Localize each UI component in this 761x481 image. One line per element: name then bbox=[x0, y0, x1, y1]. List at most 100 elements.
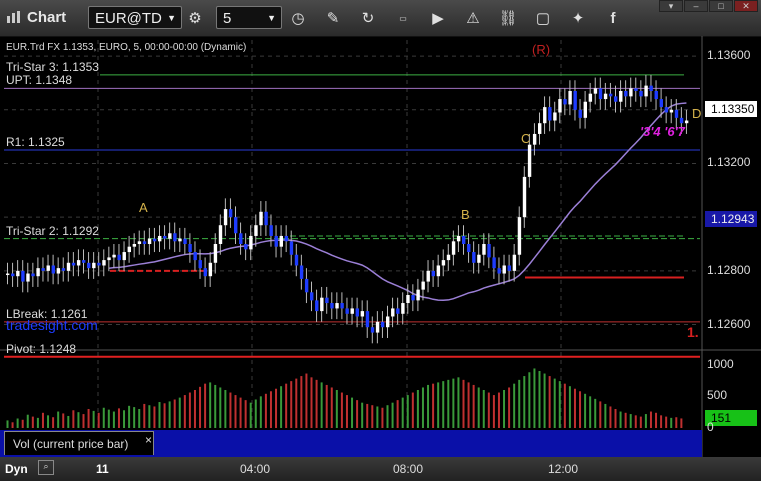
chat-icon[interactable]: ▢ bbox=[532, 8, 554, 28]
candle-body bbox=[467, 244, 471, 253]
chart-app-icon bbox=[7, 11, 20, 23]
r-marker: (R) bbox=[532, 42, 551, 57]
candle-body bbox=[183, 238, 187, 244]
candle-body bbox=[679, 117, 684, 124]
price-tick-label: 1.12800 bbox=[707, 262, 751, 277]
right-marker: 1. bbox=[687, 324, 699, 340]
alert-icon[interactable]: ⚠ bbox=[462, 8, 484, 28]
level-label-tristar2: Tri-Star 2: 1.1292 bbox=[6, 223, 99, 238]
candle-body bbox=[644, 85, 648, 97]
candle-body bbox=[320, 297, 324, 312]
candle-body bbox=[370, 327, 375, 333]
candle-body bbox=[325, 297, 329, 304]
candle-body bbox=[310, 292, 314, 301]
candle-body bbox=[426, 270, 430, 282]
minimize-button[interactable]: – bbox=[684, 0, 708, 12]
candle-body bbox=[365, 311, 370, 328]
twitter-icon[interactable]: ✦ bbox=[567, 8, 589, 28]
price-chart[interactable] bbox=[0, 36, 761, 457]
candle-body bbox=[674, 109, 679, 118]
chevron-down-icon[interactable]: ▼ bbox=[167, 7, 176, 30]
candle-body bbox=[284, 235, 289, 242]
candle-body bbox=[61, 268, 66, 271]
candle-body bbox=[355, 308, 359, 317]
hotkey-icon[interactable]: ▭ bbox=[392, 8, 414, 28]
interval-selector[interactable]: 5 ▼ bbox=[216, 6, 282, 29]
candle-body bbox=[315, 300, 319, 312]
refresh-icon[interactable]: ↻ bbox=[357, 8, 379, 28]
magnifier-icon[interactable]: ⌕ bbox=[38, 460, 54, 475]
candle-body bbox=[588, 93, 593, 102]
candle-body bbox=[218, 225, 223, 244]
candle-body bbox=[122, 252, 126, 261]
candle-body bbox=[102, 260, 106, 266]
symbol-selector[interactable]: EUR@TD ▼ bbox=[88, 6, 182, 29]
x-label-0400: 04:00 bbox=[240, 462, 271, 476]
candle-body bbox=[259, 211, 263, 226]
link-icon[interactable]: ⛓ bbox=[497, 8, 519, 28]
candle-body bbox=[406, 295, 410, 304]
candle-body bbox=[21, 270, 25, 282]
candle-body bbox=[234, 217, 238, 234]
volume-indicator-tab[interactable]: Vol (current price bar) × bbox=[4, 431, 154, 455]
candle-body bbox=[538, 123, 542, 134]
candle-body bbox=[507, 265, 511, 271]
candle-body bbox=[152, 238, 157, 242]
candle-body bbox=[598, 88, 603, 100]
candle-body bbox=[446, 254, 451, 261]
candle-body bbox=[593, 88, 598, 94]
candle-body bbox=[350, 308, 354, 314]
app-title: Chart bbox=[27, 9, 67, 26]
candle-body bbox=[659, 99, 663, 108]
candle-body bbox=[608, 93, 613, 97]
candle-body bbox=[456, 235, 461, 242]
candle-body bbox=[654, 91, 658, 100]
volume-tick-label: 0 bbox=[707, 420, 714, 434]
candle-body bbox=[639, 91, 643, 97]
candle-body bbox=[97, 262, 101, 266]
candle-body bbox=[26, 273, 30, 282]
chevron-down-icon[interactable]: ▼ bbox=[267, 7, 276, 30]
facebook-icon[interactable]: f bbox=[602, 8, 624, 28]
candle-body bbox=[112, 254, 116, 258]
candle-body bbox=[614, 96, 618, 102]
candle-body bbox=[173, 233, 177, 242]
candle-body bbox=[56, 268, 61, 274]
candle-body bbox=[87, 262, 91, 269]
candle-body bbox=[264, 211, 268, 226]
candle-body bbox=[178, 238, 182, 242]
settings-gear-icon[interactable]: ⚙ bbox=[184, 8, 206, 28]
magenta-counts: '3'4 '6'7 bbox=[640, 124, 685, 139]
level-label-tristar3: Tri-Star 3: 1.1353 bbox=[6, 59, 99, 74]
window-menu-button[interactable]: ▾ bbox=[659, 0, 683, 12]
last-price-badge: 1.13350 bbox=[705, 101, 757, 117]
pencil-draw-icon[interactable]: ✎ bbox=[322, 8, 344, 28]
candle-body bbox=[360, 311, 365, 317]
play-icon[interactable]: ▶ bbox=[427, 8, 449, 28]
price-tick-label: 1.13200 bbox=[707, 155, 751, 170]
candle-body bbox=[436, 265, 441, 277]
candle-body bbox=[629, 88, 633, 97]
dynamic-mode-button[interactable]: Dyn bbox=[5, 462, 28, 476]
candle-body bbox=[386, 316, 390, 328]
close-icon[interactable]: × bbox=[145, 433, 152, 447]
candle-body bbox=[254, 225, 258, 236]
candle-body bbox=[411, 295, 415, 301]
candle-body bbox=[299, 265, 304, 279]
candle-body bbox=[289, 241, 294, 255]
maximize-button[interactable]: □ bbox=[709, 0, 733, 12]
x-label-0800: 08:00 bbox=[393, 462, 424, 476]
close-button[interactable]: ✕ bbox=[734, 0, 758, 12]
clock-icon[interactable]: ◷ bbox=[287, 8, 309, 28]
candle-body bbox=[31, 273, 35, 277]
level-label-upt: UPT: 1.1348 bbox=[6, 73, 73, 88]
candle-body bbox=[163, 235, 167, 239]
candle-body bbox=[203, 268, 207, 277]
candle-body bbox=[396, 308, 400, 314]
chart-legend: EUR.Trd FX 1.1353, EURO, 5, 00:00-00:00 … bbox=[6, 42, 247, 53]
candle-body bbox=[132, 244, 137, 247]
candle-body bbox=[380, 321, 385, 328]
candle-body bbox=[228, 209, 233, 218]
candle-body bbox=[198, 260, 202, 269]
volume-tick-label: 500 bbox=[707, 388, 728, 403]
